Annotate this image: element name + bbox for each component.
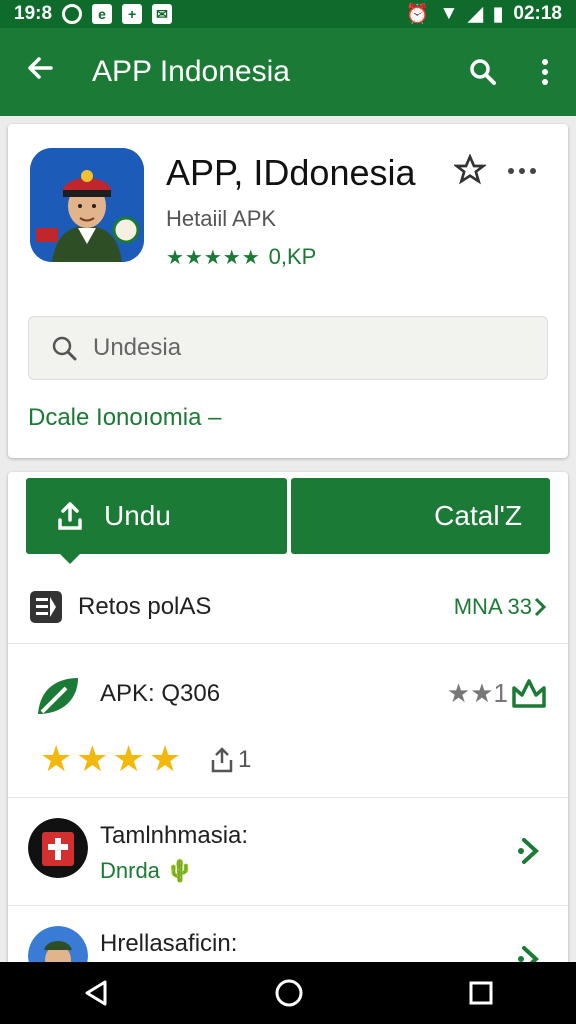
chevron-right-icon (534, 597, 547, 616)
app-info-card: APP, IDdonesia Hetaiil APK ★★★★★ 0,KP Un… (8, 124, 568, 458)
system-nav-bar (0, 962, 576, 1024)
list-item-title: Hrellasaficin: (100, 930, 238, 957)
plant-icon: 🌵 (166, 858, 194, 883)
search-icon[interactable] (452, 57, 514, 87)
catalog-button[interactable]: Catal'Z (291, 478, 550, 554)
app-rating: ★★★★★ 0,KP (166, 244, 316, 270)
status-bar: 19:8 e + ✉ ⏰ ▼ ◢ ▮ 02:18 (0, 0, 576, 28)
details-card: Undu Catal'Z Retos polAS MNA 33 APK: Q30… (8, 472, 568, 986)
message-icon: e (92, 4, 113, 24)
user-rating-stars[interactable]: ★★★★ (40, 738, 185, 780)
mini-stars: ★★1 (446, 677, 508, 708)
app-bar: APP Indonesia (0, 28, 576, 116)
report-row[interactable]: Retos polAS MNA 33 (8, 570, 568, 644)
alarm-icon: ⏰ (405, 4, 430, 25)
clock-right: 02:18 (513, 3, 562, 24)
search-field-icon (52, 336, 77, 361)
apk-rating-row: APK: Q306 ★★1 ★★★★ 1 (8, 658, 568, 798)
app-bar-title: APP Indonesia (92, 55, 290, 88)
battery-icon: ▮ (492, 3, 504, 25)
download-button[interactable]: Undu (26, 478, 287, 564)
crown-icon (512, 679, 546, 708)
list-item-title: Tamlnhmasia: (100, 822, 249, 849)
home-nav-icon[interactable] (274, 978, 304, 1008)
app-name: APP, IDdonesia (166, 152, 416, 193)
app-subtitle: Hetaiil APK (166, 206, 277, 231)
share-icon (211, 747, 233, 773)
report-value: MNA 33 (453, 593, 532, 619)
action-buttons: Undu Catal'Z (26, 478, 550, 564)
back-nav-icon[interactable] (81, 978, 111, 1008)
plus-icon: + (122, 4, 143, 24)
document-icon (30, 590, 62, 623)
bible-app-icon (28, 818, 88, 878)
mini-rating: ★★1 (447, 676, 548, 710)
share-count[interactable]: 1 (210, 746, 251, 774)
clock-left: 19:8 (14, 3, 53, 24)
wifi-icon: ▼ (439, 3, 459, 24)
apk-label: APK: Q306 (100, 680, 221, 707)
catalog-label: Catal'Z (434, 500, 522, 531)
overflow-menu-icon[interactable] (514, 57, 576, 87)
chevron-right-icon (518, 838, 539, 864)
share-count-value: 1 (238, 746, 252, 773)
back-arrow-icon[interactable] (0, 53, 80, 92)
sync-icon (62, 4, 83, 24)
app-icon (30, 148, 144, 262)
download-label: Undu (104, 500, 171, 531)
list-item-subtitle: Dnrda 🌵 (100, 858, 194, 883)
favorite-star-icon[interactable] (452, 153, 488, 191)
upload-icon (58, 502, 82, 530)
rating-stars: ★★★★★ (166, 246, 261, 269)
search-placeholder: Undesia (93, 334, 182, 361)
report-label: Retos polAS (78, 592, 212, 620)
mail-icon: ✉ (152, 4, 173, 24)
signal-icon: ◢ (468, 3, 483, 25)
search-input[interactable]: Undesia (28, 316, 548, 380)
more-options-icon[interactable] (508, 168, 536, 174)
list-item[interactable]: Tamlnhmasia: Dnrda 🌵 (8, 798, 568, 906)
rating-text: 0,KP (268, 244, 317, 269)
leaf-icon (38, 678, 78, 714)
recents-nav-icon[interactable] (467, 979, 495, 1007)
deal-link[interactable]: Dcale Ionoıomia – (28, 404, 221, 432)
